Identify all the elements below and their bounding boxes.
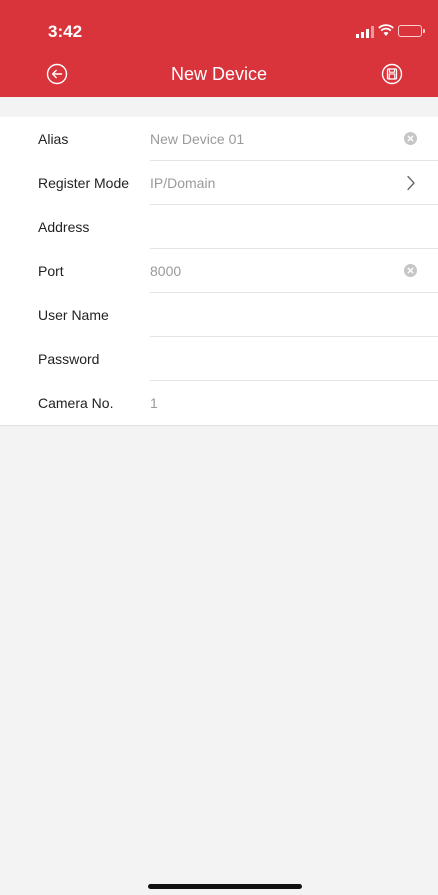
user-name-row: User Name xyxy=(0,293,438,337)
camera-no-row: Camera No. xyxy=(0,381,438,425)
port-label: Port xyxy=(38,263,64,279)
wifi-icon xyxy=(378,24,394,36)
camera-no-label: Camera No. xyxy=(38,395,114,411)
register-mode-label: Register Mode xyxy=(38,175,130,191)
clear-icon[interactable] xyxy=(404,264,417,277)
port-input[interactable] xyxy=(150,249,380,293)
address-input[interactable] xyxy=(150,205,380,249)
home-indicator xyxy=(148,884,302,889)
camera-no-input[interactable] xyxy=(150,381,380,425)
password-row: Password xyxy=(0,337,438,381)
password-label: Password xyxy=(38,351,100,367)
alias-row: Alias xyxy=(0,117,438,161)
battery-icon xyxy=(398,25,425,37)
address-row: Address xyxy=(0,205,438,249)
header-bar: 3:42 New Device xyxy=(0,0,438,97)
clear-icon[interactable] xyxy=(404,132,417,145)
port-row: Port xyxy=(0,249,438,293)
alias-label: Alias xyxy=(38,131,69,147)
chevron-right-icon[interactable] xyxy=(406,175,416,191)
user-name-label: User Name xyxy=(38,307,109,323)
address-label: Address xyxy=(38,219,90,235)
password-input[interactable] xyxy=(150,337,380,381)
register-mode-value: IP/Domain xyxy=(150,175,216,191)
page-title: New Device xyxy=(170,64,268,84)
save-button[interactable] xyxy=(381,63,403,85)
alias-input[interactable] xyxy=(150,117,380,161)
user-name-input[interactable] xyxy=(150,293,380,337)
status-time: 3:42 xyxy=(48,22,83,41)
register-mode-row[interactable]: Register Mode IP/Domain xyxy=(0,161,438,205)
signal-icon xyxy=(356,26,374,38)
device-form: Alias Register Mode IP/Domain Address Po… xyxy=(0,117,438,426)
